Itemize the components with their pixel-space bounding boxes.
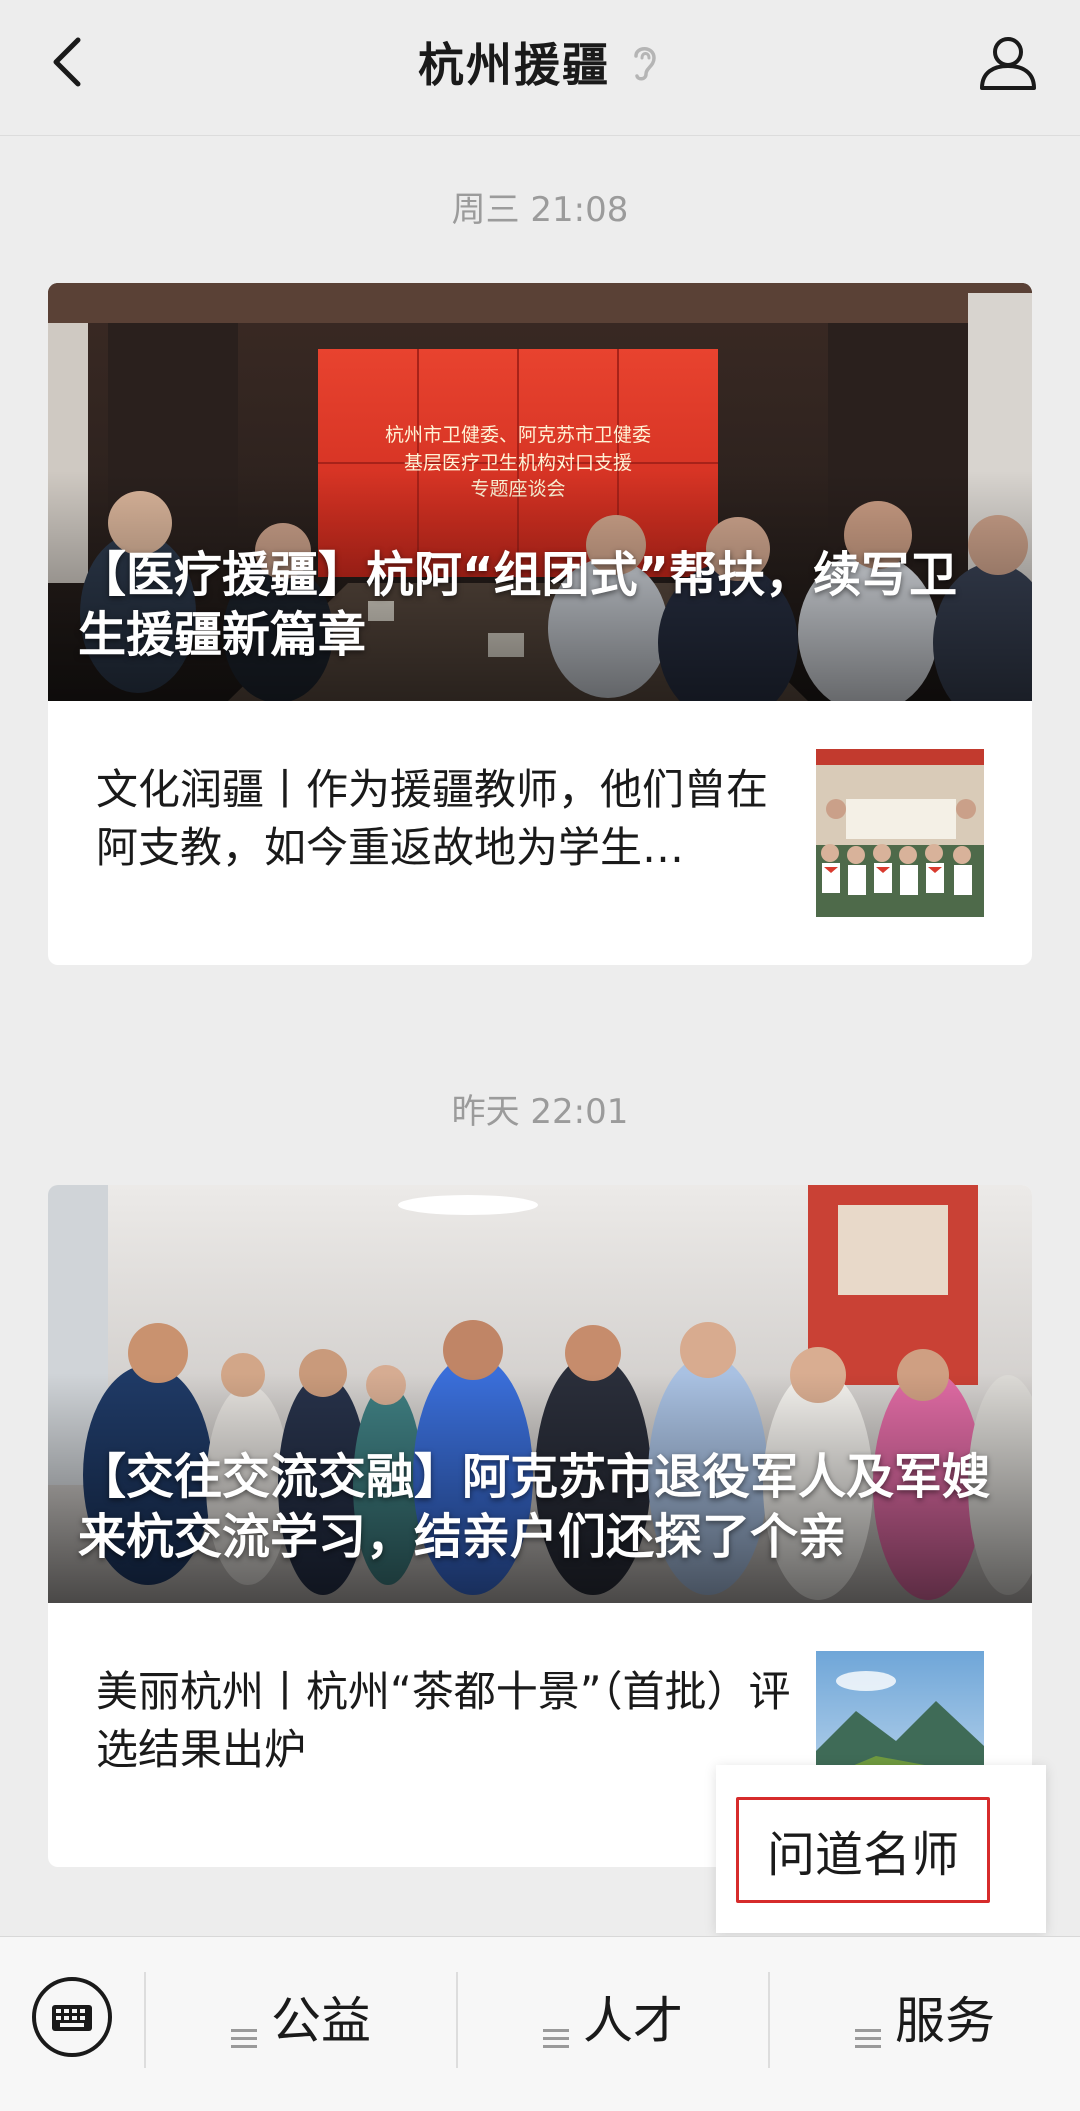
sub-article-title: 文化润疆丨作为援疆教师，他们曾在阿支教，如今重返故地为学生… <box>96 765 769 872</box>
top-nav-bar: 杭州援疆 <box>0 0 1080 136</box>
menu-button-service[interactable]: 服务 <box>770 1975 1080 2059</box>
menu-button-talent[interactable]: 人才 <box>458 1975 768 2059</box>
message-timestamp: 昨天 22:01 <box>451 1092 629 1132</box>
article-hero[interactable]: 【交往交流交融】阿克苏市退役军人及军嫂来杭交流学习，结亲户们还探了个亲 <box>48 1185 1032 1603</box>
hamburger-icon <box>543 2005 569 2048</box>
article-card[interactable]: 杭州市卫健委、阿克苏市卫健委 基层医疗卫生机构对口支援 专题座谈会 【医疗援疆】… <box>48 283 1032 965</box>
article-hero[interactable]: 杭州市卫健委、阿克苏市卫健委 基层医疗卫生机构对口支援 专题座谈会 【医疗援疆】… <box>48 283 1032 701</box>
menu-button-label: 公益 <box>271 1992 371 2050</box>
bottom-menu-bar: 公益 人才 服务 <box>0 1936 1080 2111</box>
keyboard-icon[interactable] <box>30 1975 114 2059</box>
page-title: 杭州援疆 <box>418 38 610 92</box>
sub-menu-item-famous-teacher[interactable]: 问道名师 <box>736 1797 990 1903</box>
hamburger-icon <box>855 2005 881 2048</box>
ear-icon <box>628 40 662 84</box>
sub-article-thumbnail <box>816 749 984 917</box>
title-group: 杭州援疆 <box>0 30 1080 94</box>
profile-icon[interactable] <box>976 30 1040 94</box>
menu-button-label: 服务 <box>895 1992 995 2050</box>
message-timestamp: 周三 21:08 <box>451 190 629 230</box>
article-headline: 【交往交流交融】阿克苏市退役军人及军嫂来杭交流学习，结亲户们还探了个亲 <box>78 1449 991 1565</box>
article-headline: 【医疗援疆】杭阿“组团式”帮扶，续写卫生援疆新篇章 <box>78 547 958 663</box>
menu-button-charity[interactable]: 公益 <box>146 1975 456 2059</box>
hamburger-icon <box>231 2005 257 2048</box>
sub-article-title: 美丽杭州丨杭州“茶都十景”（首批）评选结果出炉 <box>96 1667 791 1774</box>
sub-article-row[interactable]: 文化润疆丨作为援疆教师，他们曾在阿支教，如今重返故地为学生… <box>48 701 1032 965</box>
sub-menu-popup: 问道名师 <box>716 1765 1046 1933</box>
menu-button-label: 人才 <box>583 1992 683 2050</box>
